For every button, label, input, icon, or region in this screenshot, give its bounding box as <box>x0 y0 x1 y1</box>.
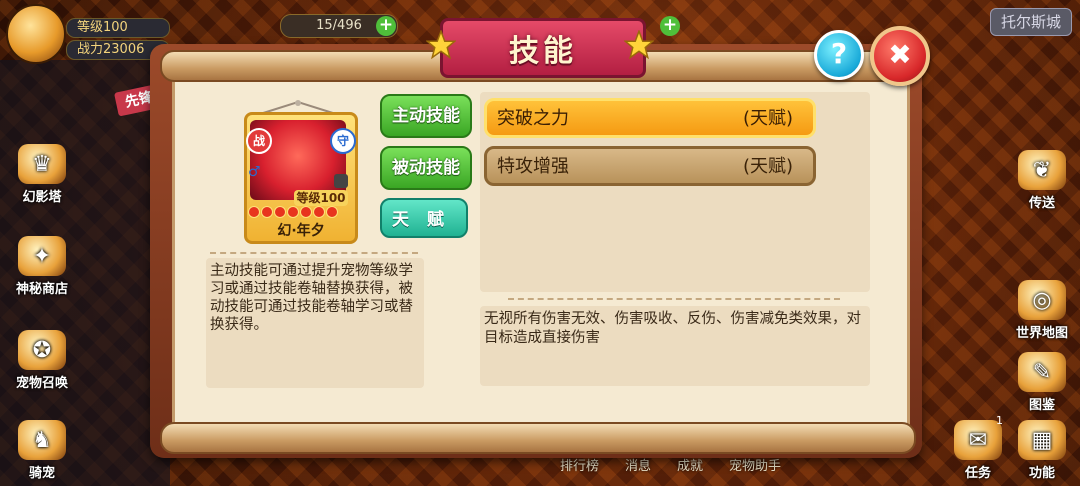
pet-name: 幻·年夕 <box>277 223 325 239</box>
menu-label: 任务 <box>964 466 991 481</box>
star-icon <box>623 29 655 60</box>
player-level: 等级100 <box>66 18 170 38</box>
skill-tag: (天赋) <box>742 108 793 129</box>
player-avatar[interactable] <box>6 4 66 64</box>
lock-icon <box>334 174 348 188</box>
skill-effect-text: 无视所有伤害无效、伤害吸收、反伤、伤害减免类效果，对目标造成直接伤害 <box>484 311 861 346</box>
star-icon <box>248 206 260 218</box>
skill-row[interactable]: 特攻增强 (天赋) <box>484 146 816 186</box>
city-name[interactable]: 托尔斯城 <box>990 8 1072 36</box>
dialog-title-banner: 技能 <box>440 18 646 78</box>
star-icon <box>313 206 325 218</box>
star-icon <box>274 206 286 218</box>
menu-label: 骑宠 <box>28 466 55 481</box>
male-gender-icon: ♂ <box>248 164 261 180</box>
divider <box>508 298 840 300</box>
tab-talent[interactable]: 天赋 <box>380 198 468 238</box>
grid-icon: ▦ <box>1018 420 1066 460</box>
skill-tag: (天赋) <box>742 156 793 177</box>
quest-icon: ✉ <box>954 420 1002 460</box>
menu-teleport[interactable]: ❦ 传送 <box>1010 150 1074 211</box>
menu-world-map[interactable]: ◎ 世界地图 <box>1010 280 1074 341</box>
attack-type-badge: 战 <box>246 128 272 154</box>
close-button[interactable]: ✖ <box>870 26 930 86</box>
wing-icon: ❦ <box>1018 150 1066 190</box>
star-icon <box>287 206 299 218</box>
skill-row-selected[interactable]: 突破之力 (天赋) <box>484 98 816 138</box>
tab-passive-skills[interactable]: 被动技能 <box>380 146 472 190</box>
dialog-title: 技能 <box>509 34 577 69</box>
menu-label: 幻影塔 <box>22 190 62 205</box>
menu-label: 图鉴 <box>1028 398 1055 413</box>
defense-type-badge: 守 <box>330 128 356 154</box>
star-icon <box>300 206 312 218</box>
task-count-badge: 1 <box>996 414 1003 427</box>
menu-functions[interactable]: ▦ 功能 <box>1010 420 1074 481</box>
shop-icon: ✦ <box>18 236 66 276</box>
map-icon: ◎ <box>1018 280 1066 320</box>
star-icon <box>326 206 338 218</box>
pet-level: 等级100 <box>294 190 348 206</box>
star-icon <box>425 29 457 60</box>
menu-pet-summon[interactable]: ✪ 宠物召唤 <box>10 330 74 391</box>
menu-phantom-tower[interactable]: ♛ 幻影塔 <box>10 144 74 205</box>
menu-codex[interactable]: ✎ 图鉴 <box>1010 352 1074 413</box>
menu-label: 功能 <box>1028 466 1055 481</box>
menu-label: 神秘商店 <box>15 282 68 297</box>
menu-label: 世界地图 <box>1015 326 1068 341</box>
book-icon: ✎ <box>1018 352 1066 392</box>
menu-label: 宠物召唤 <box>15 376 68 391</box>
mount-icon: ♞ <box>18 420 66 460</box>
divider <box>210 252 418 254</box>
add-currency-button[interactable]: + <box>660 16 680 36</box>
skill-help-text: 主动技能可通过提升宠物等级学习或通过技能卷轴替换获得，被动技能可通过技能卷轴学习… <box>210 263 413 333</box>
skill-name: 突破之力 <box>497 108 569 129</box>
menu-label: 传送 <box>1028 196 1055 211</box>
menu-mystery-shop[interactable]: ✦ 神秘商店 <box>10 236 74 297</box>
skill-name: 特攻增强 <box>497 156 569 177</box>
menu-mount[interactable]: ♞ 骑宠 <box>10 420 74 481</box>
tab-active-skills[interactable]: 主动技能 <box>380 94 472 138</box>
tower-icon: ♛ <box>18 144 66 184</box>
pet-star-rating <box>248 206 348 218</box>
add-energy-button[interactable]: + <box>376 16 396 36</box>
star-icon <box>261 206 273 218</box>
help-button[interactable]: ? <box>814 30 864 80</box>
summon-icon: ✪ <box>18 330 66 370</box>
